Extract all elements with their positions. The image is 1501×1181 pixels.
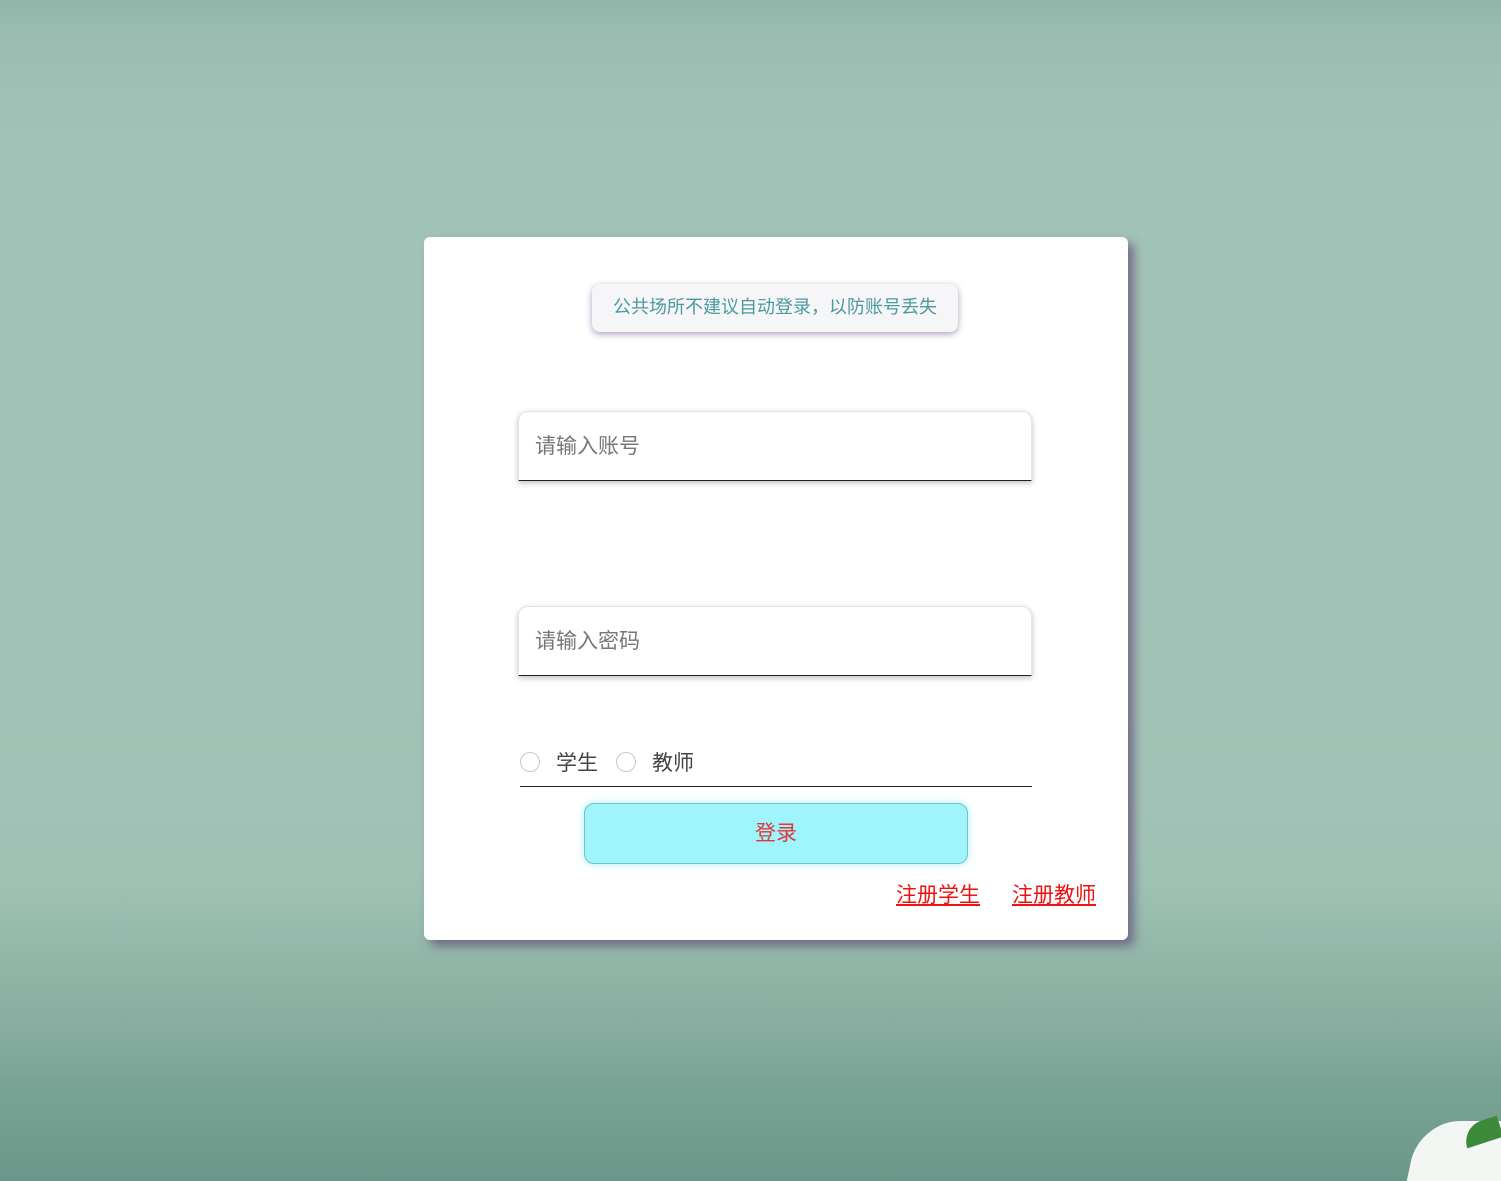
login-card: 公共场所不建议自动登录，以防账号丢失 学生 教师 登录 注册学生 注册教师: [424, 237, 1128, 940]
register-student-link[interactable]: 注册学生: [896, 879, 980, 909]
password-input[interactable]: [519, 607, 1031, 675]
role-radio-student[interactable]: [520, 752, 540, 772]
role-label-teacher: 教师: [652, 751, 694, 775]
account-input[interactable]: [519, 412, 1031, 480]
role-label-student: 学生: [556, 751, 598, 775]
account-field: [518, 411, 1032, 481]
register-teacher-link[interactable]: 注册教师: [1012, 879, 1096, 909]
security-notice: 公共场所不建议自动登录，以防账号丢失: [592, 284, 958, 332]
background-decoration: [1391, 1101, 1501, 1181]
register-links: 注册学生 注册教师: [896, 879, 1096, 909]
login-button[interactable]: 登录: [584, 803, 968, 864]
role-selector: 学生 教师: [520, 745, 1032, 787]
role-radio-teacher[interactable]: [616, 752, 636, 772]
password-field: [518, 606, 1032, 676]
